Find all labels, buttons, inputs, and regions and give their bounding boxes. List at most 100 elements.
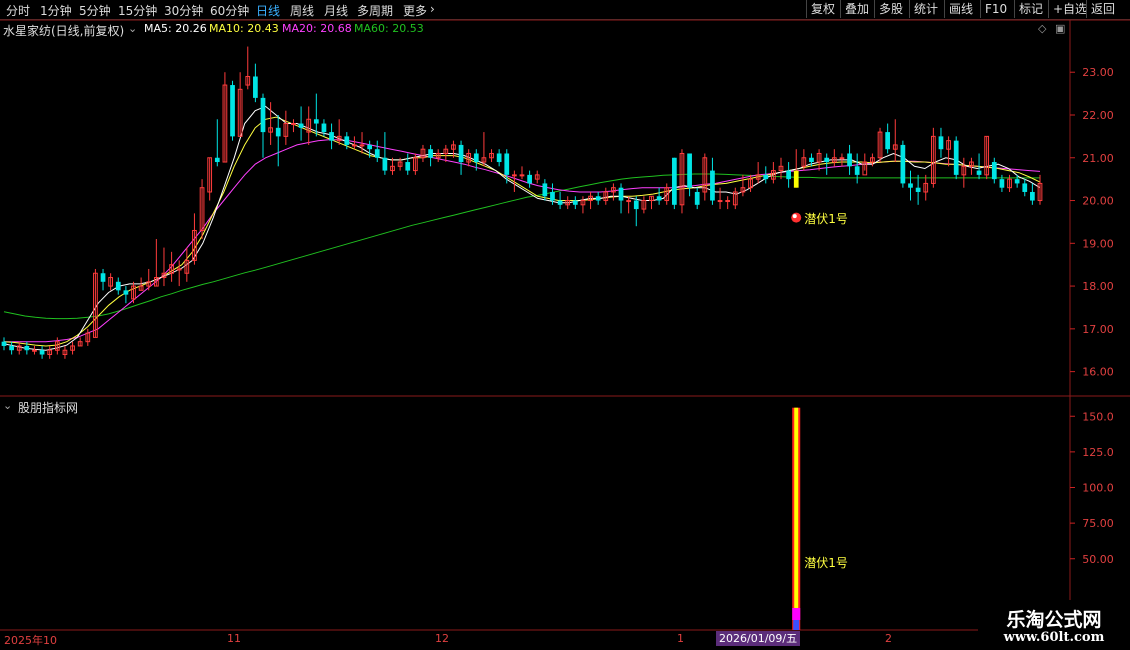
ma60-line: [3, 173, 1040, 320]
candle-body-down: [313, 119, 319, 124]
indicator-bar-inner: [794, 407, 799, 630]
candle-body-down: [1022, 183, 1028, 192]
candle-body-up: [839, 157, 845, 160]
x-label-nov: 11: [227, 632, 241, 645]
y-tick-label: 75.00: [1082, 517, 1114, 530]
y-tick-label: 18.00: [1082, 280, 1114, 293]
candle-body-down: [900, 144, 906, 184]
candle-body-down: [1030, 191, 1035, 201]
y-tick-label: 150.0: [1082, 410, 1114, 423]
candle-body-up: [519, 174, 525, 177]
candle-body-down: [527, 174, 532, 184]
candle-body-down: [329, 132, 334, 141]
y-tick-label: 19.00: [1082, 237, 1114, 250]
y-tick-label: 21.00: [1082, 152, 1114, 165]
candle-body-down: [694, 191, 700, 205]
candle-body-down: [214, 157, 220, 163]
candle-body-down: [374, 149, 380, 158]
candle-body-down: [321, 123, 327, 133]
candle-body-down: [687, 153, 692, 188]
candle-body-down: [344, 136, 350, 145]
candle-body-down: [633, 200, 639, 210]
candle-body-down: [710, 170, 715, 201]
watermark-url: www.60lt.com: [1003, 630, 1105, 645]
y-tick-label: 16.00: [1082, 366, 1114, 379]
candle-body-up: [176, 268, 182, 271]
candle-body-down: [938, 136, 944, 150]
candle-body-down: [915, 187, 921, 192]
candle-body-down: [847, 153, 852, 167]
signal-dot-icon: [791, 212, 802, 223]
candle-body-down: [763, 174, 769, 180]
candle-body-down: [953, 140, 959, 175]
signal-label-sub: 潜伏1号: [804, 555, 848, 570]
y-tick-label: 17.00: [1082, 323, 1114, 336]
watermark-title: 乐淘公式网: [1006, 609, 1102, 631]
candle-body-up: [725, 200, 731, 203]
signal-candle: [793, 170, 799, 188]
candle-body-down: [618, 187, 624, 201]
candle-body-down: [428, 149, 433, 158]
y-tick-label: 20.00: [1082, 195, 1114, 208]
candle-body-up: [717, 200, 723, 203]
candle-body-down: [809, 157, 814, 163]
x-label-feb: 2: [885, 632, 892, 645]
x-label-dec: 12: [435, 632, 449, 645]
candle-body-down: [656, 196, 662, 201]
candle-body-up: [352, 144, 357, 147]
candle-body-down: [275, 127, 281, 137]
candle-body-down: [9, 345, 14, 351]
candle-body-up: [626, 200, 632, 203]
candle-body-down: [1, 341, 7, 346]
y-tick-label: 22.00: [1082, 109, 1114, 122]
candle-body-down: [991, 162, 997, 180]
candle-body-down: [542, 183, 548, 197]
candle-body-down: [115, 281, 121, 291]
ma5-line: [3, 105, 1041, 351]
y-tick-label: 125.0: [1082, 446, 1114, 459]
ma10-line: [3, 116, 1041, 347]
candle-body-down: [405, 162, 411, 171]
candle-body-down: [999, 179, 1005, 188]
candle-body-up: [32, 349, 37, 352]
candle-body-down: [976, 170, 982, 175]
candle-body-up: [291, 123, 296, 126]
candle-body-down: [671, 157, 677, 205]
candle-body-down: [908, 183, 913, 188]
candle-body-up: [512, 174, 517, 177]
candle-body-up: [359, 144, 365, 147]
candle-body-down: [458, 144, 464, 163]
x-label-oct: 2025年10: [4, 634, 57, 647]
candle-body-down: [786, 170, 791, 180]
x-label-jan: 1: [677, 632, 684, 645]
candle-body-down: [123, 290, 129, 295]
indicator-title: 股朋指标网: [18, 401, 79, 415]
y-tick-label: 23.00: [1082, 66, 1114, 79]
candle-body-down: [550, 191, 555, 201]
candle-body-down: [572, 200, 578, 205]
candle-body-down: [39, 350, 45, 355]
candle-body-down: [854, 166, 860, 175]
candle-body-down: [367, 144, 373, 150]
candle-body-down: [230, 85, 235, 137]
candle-body-down: [504, 153, 510, 175]
candle-body-down: [557, 200, 563, 205]
candle-body-down: [824, 157, 830, 163]
candle-body-down: [382, 157, 388, 171]
candle-body-down: [496, 153, 502, 163]
candle-body-down: [260, 97, 266, 133]
candle-body-down: [595, 196, 601, 201]
chevron-down-icon[interactable]: ⌄: [3, 399, 12, 412]
candle-body-down: [298, 123, 304, 128]
candle-body-down: [1014, 179, 1020, 184]
y-tick-label: 100.0: [1082, 482, 1114, 495]
indicator-bar-foot: [793, 620, 800, 630]
candle-body-down: [885, 132, 891, 150]
indicator-bar-base: [792, 608, 801, 620]
cursor-date: 2026/01/09/五: [716, 631, 801, 646]
candle-body-down: [100, 273, 106, 282]
y-tick-label: 50.00: [1082, 553, 1114, 566]
candle-body-down: [473, 153, 479, 163]
signal-dot-highlight: [792, 214, 797, 219]
candle-body-down: [253, 76, 258, 98]
